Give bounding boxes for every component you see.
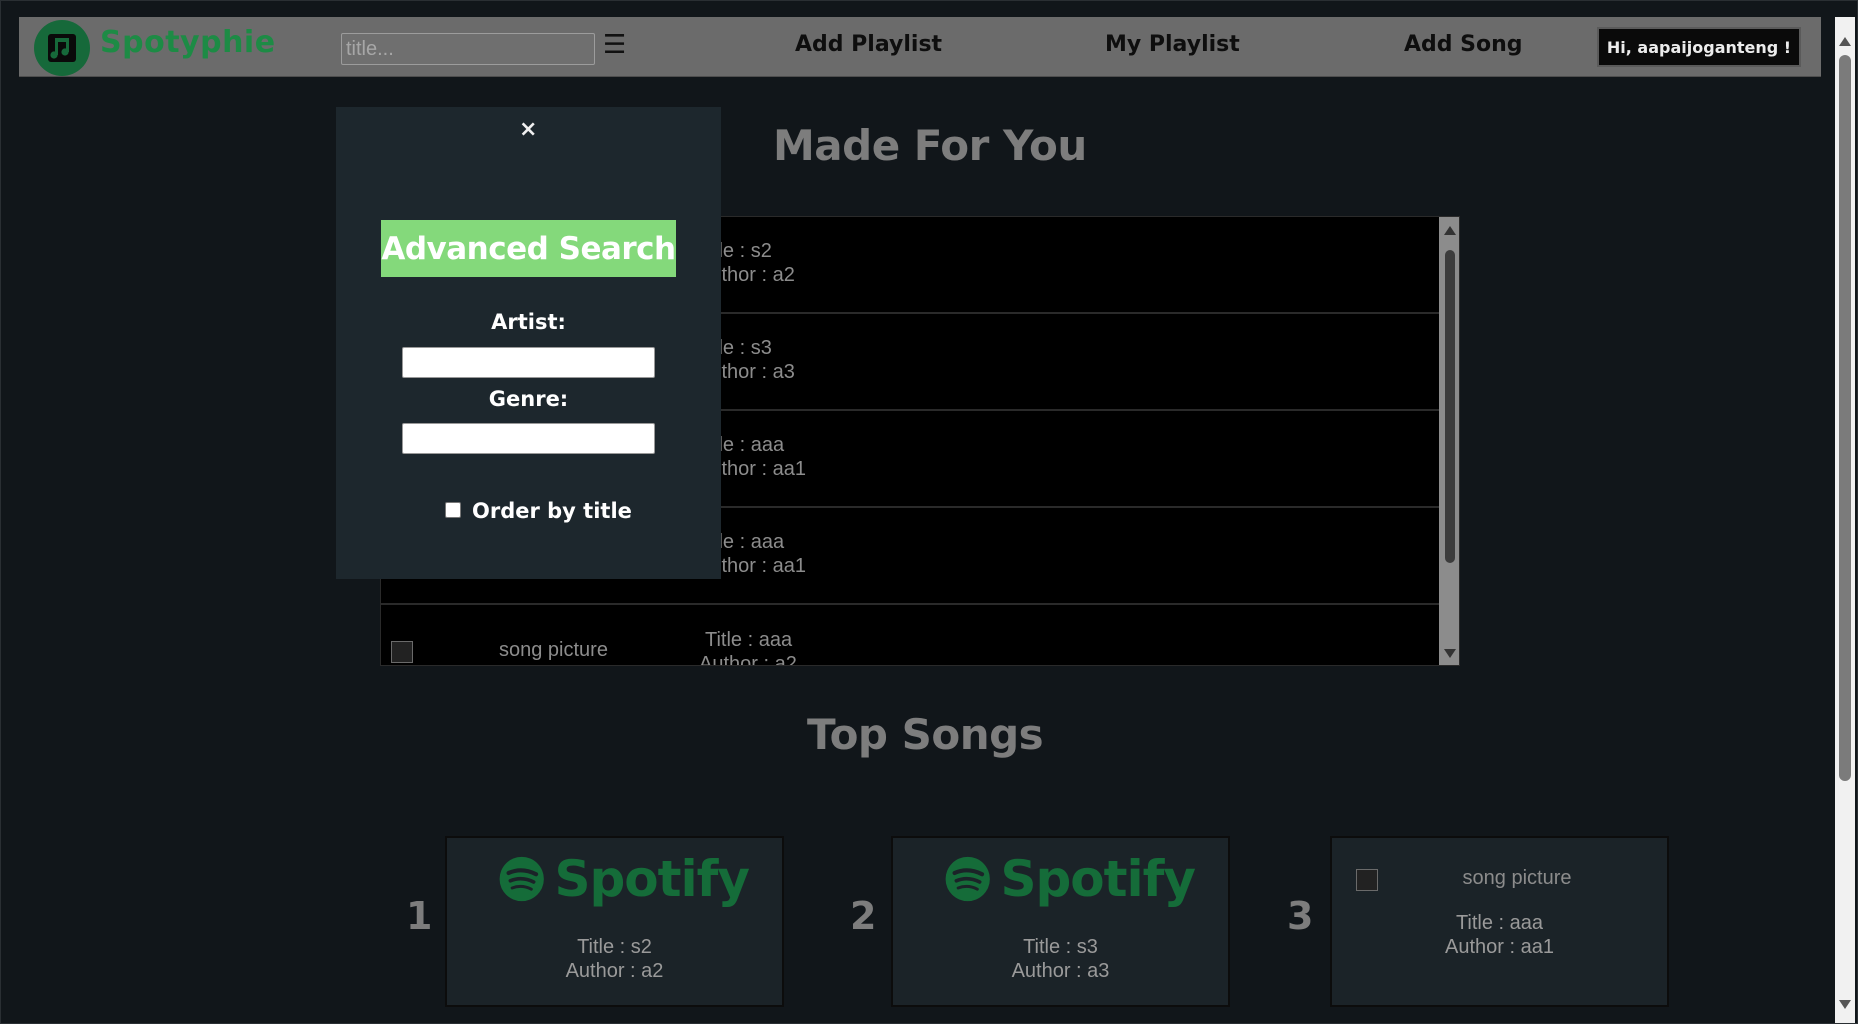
hamburger-icon[interactable]: ☰ xyxy=(603,30,626,60)
advanced-search-heading: Advanced Search xyxy=(381,220,676,277)
scroll-down-icon[interactable] xyxy=(1444,649,1456,658)
top-song-card[interactable]: song picture Title : aaa Author : aa1 xyxy=(1330,836,1669,1007)
order-by-title-checkbox[interactable] xyxy=(445,502,461,518)
spotify-icon xyxy=(945,856,990,902)
spotify-wordmark: Spotify xyxy=(554,850,750,908)
spotify-logo: Spotify xyxy=(945,841,1196,917)
card-title: Title : s2 xyxy=(577,936,652,958)
top-song-card[interactable]: Spotify Title : s2 Author : a2 xyxy=(445,836,784,1007)
search-input[interactable] xyxy=(341,33,595,65)
spotify-wordmark: Spotify xyxy=(1000,850,1196,908)
genre-label: Genre: xyxy=(488,387,569,411)
logo[interactable] xyxy=(34,20,90,76)
broken-image-icon xyxy=(391,641,413,663)
card-author: Author : a2 xyxy=(565,960,664,982)
genre-input[interactable] xyxy=(402,423,655,454)
top-songs-heading: Top Songs xyxy=(807,710,1044,759)
order-by-title-label[interactable]: Order by title xyxy=(472,499,632,523)
rank-number: 3 xyxy=(1287,894,1314,938)
add-song-link[interactable]: Add Song xyxy=(1404,32,1523,57)
song-title: Title : aaa xyxy=(705,629,793,651)
advanced-search-modal: × Advanced Search Artist: Genre: Order b… xyxy=(336,107,721,579)
card-title: Title : s3 xyxy=(1023,936,1098,958)
artist-input[interactable] xyxy=(402,347,655,378)
scroll-thumb[interactable] xyxy=(1839,55,1851,781)
card-title: Title : aaa xyxy=(1455,912,1544,934)
scroll-up-icon[interactable] xyxy=(1444,226,1456,235)
top-navbar: Spotyphie ☰ Add Playlist My Playlist Add… xyxy=(19,17,1821,77)
song-picture-alt: song picture xyxy=(499,639,608,661)
my-playlist-link[interactable]: My Playlist xyxy=(1105,32,1240,57)
spotify-logo: Spotify xyxy=(499,841,750,917)
page-scrollbar[interactable] xyxy=(1835,17,1855,1023)
rank-number: 2 xyxy=(850,894,877,938)
scroll-down-icon[interactable] xyxy=(1839,1000,1851,1009)
song-picture-alt: song picture xyxy=(1462,867,1572,889)
music-note-icon xyxy=(48,34,76,62)
song-row[interactable]: song picture Title : aaa Author : a2 xyxy=(381,605,1439,666)
made-for-you-heading: Made For You xyxy=(773,121,1087,170)
user-menu-button[interactable]: Hi, aapaijoganteng ! xyxy=(1597,27,1801,67)
add-playlist-link[interactable]: Add Playlist xyxy=(795,32,942,57)
rank-number: 1 xyxy=(406,894,433,938)
list-scrollbar[interactable] xyxy=(1439,217,1459,665)
scroll-thumb[interactable] xyxy=(1445,250,1455,563)
close-icon[interactable]: × xyxy=(519,117,537,142)
card-author: Author : a3 xyxy=(1011,960,1110,982)
app-name[interactable]: Spotyphie xyxy=(100,25,276,60)
spotify-icon xyxy=(499,856,544,902)
top-song-card[interactable]: Spotify Title : s3 Author : a3 xyxy=(891,836,1230,1007)
scroll-up-icon[interactable] xyxy=(1839,37,1851,46)
card-author: Author : aa1 xyxy=(1445,936,1554,958)
song-author: Author : a2 xyxy=(699,653,797,666)
artist-label: Artist: xyxy=(491,310,566,334)
